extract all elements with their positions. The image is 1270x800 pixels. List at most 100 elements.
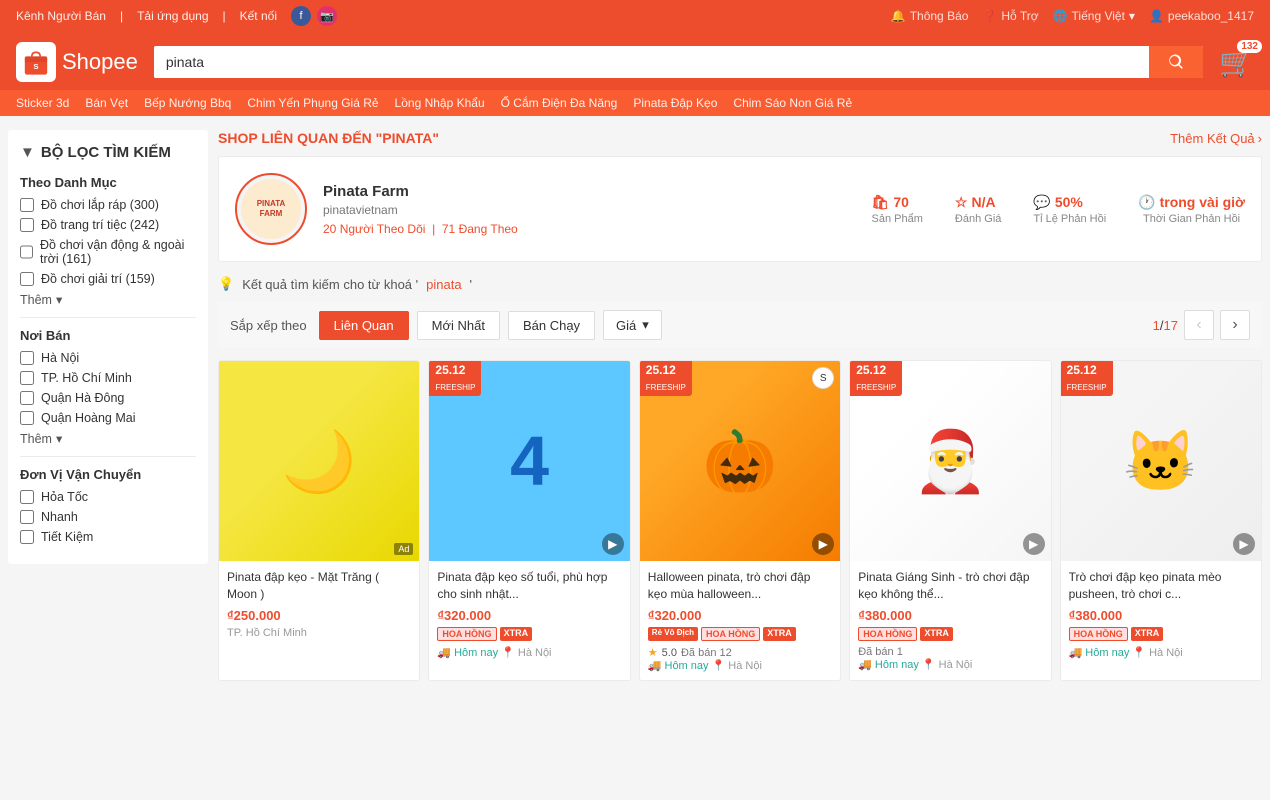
location-section-title: Nơi Bán: [20, 328, 196, 343]
notification-link[interactable]: 🔔 Thông Báo: [891, 9, 969, 23]
location-item-3[interactable]: Quận Hoàng Mai: [20, 411, 196, 425]
category-show-more[interactable]: Thêm ▾: [20, 292, 196, 307]
suggestion-chimyen[interactable]: Chim Yến Phụng Giá Rẻ: [247, 96, 378, 110]
product-name-3: Halloween pinata, trò chơi đập kẹo mùa h…: [648, 569, 832, 603]
clock-icon: 🕐: [1138, 194, 1155, 211]
sort-btn-relevant[interactable]: Liên Quan: [319, 311, 409, 340]
shipping-item-0[interactable]: Hỏa Tốc: [20, 490, 196, 504]
category-item-3[interactable]: Đồ chơi giải trí (159): [20, 272, 196, 286]
filter-icon: ▼: [20, 144, 35, 161]
category-checkbox-2[interactable]: [20, 245, 33, 259]
logo-bag-icon: S: [16, 42, 56, 82]
user-account[interactable]: 👤 peekaboo_1417: [1149, 9, 1254, 23]
suggestion-ocam[interactable]: Ổ Cắm Điện Đa Năng: [501, 96, 618, 110]
next-page-button[interactable]: ›: [1220, 310, 1250, 340]
category-item-1[interactable]: Đồ trang trí tiệc (242): [20, 218, 196, 232]
main-layout: ▼ BỘ LỌC TÌM KIẾM Theo Danh Mục Đồ chơi …: [0, 116, 1270, 695]
shop-card[interactable]: PINATAFARM Pinata Farm pinatavietnam 20 …: [218, 156, 1262, 262]
suggestion-pinata[interactable]: Pinata Đập Kẹo: [633, 96, 717, 110]
shop-name: Pinata Farm: [323, 183, 856, 200]
shop-stat-products: 🛍 70 Sản Phẩm: [872, 194, 923, 225]
product-location-1: TP. Hồ Chí Minh: [227, 627, 411, 639]
suggestion-bepnuong[interactable]: Bếp Nướng Bbq: [144, 96, 231, 110]
shipping-item-1[interactable]: Nhanh: [20, 510, 196, 524]
category-item-2[interactable]: Đồ chơi vận động & ngoài trời (161): [20, 238, 196, 266]
top-bar-right: 🔔 Thông Báo ❓ Hỗ Trợ 🌐 Tiếng Việt ▾ 👤 pe…: [891, 9, 1254, 23]
help-link[interactable]: ❓ Hỗ Trợ: [982, 9, 1038, 23]
search-bar: [154, 46, 1203, 78]
location-item-0[interactable]: Hà Nội: [20, 351, 196, 365]
cart-icon[interactable]: 🛒 132: [1219, 46, 1254, 79]
search-button[interactable]: [1149, 46, 1203, 78]
date-badge-4: 25.12FREESHIP: [850, 361, 902, 396]
sort-price-dropdown[interactable]: Giá ▾: [603, 310, 662, 340]
search-keyword-result: pinata: [426, 277, 461, 292]
location-checkbox-1[interactable]: [20, 371, 34, 385]
suggestion-longnhap[interactable]: Lồng Nhập Khẩu: [395, 96, 485, 110]
instagram-icon[interactable]: 📷: [317, 6, 337, 26]
product-card-4[interactable]: 25.12FREESHIP 🎅 ▶ Pinata Giáng Sinh - tr…: [849, 360, 1051, 681]
product-card-1[interactable]: 🌙 Ad Pinata đập kẹo - Mặt Trăng ( Moon )…: [218, 360, 420, 681]
delivery-info-2: 🚚 Hôm nay 📍 Hà Nội: [437, 646, 621, 659]
star-icon: ☆: [955, 194, 968, 211]
shipping-item-2[interactable]: Tiết Kiệm: [20, 530, 196, 544]
suggestion-sticker3d[interactable]: Sticker 3d: [16, 96, 69, 110]
location-label-2: Quận Hà Đông: [41, 391, 124, 405]
cart-badge: 132: [1237, 40, 1262, 53]
sort-label: Sắp xếp theo: [230, 318, 307, 333]
location-show-more[interactable]: Thêm ▾: [20, 431, 196, 446]
product-price-4: ₫380.000: [858, 608, 1042, 623]
date-badge-2: 25.12FREESHIP: [429, 361, 481, 396]
shipping-section-title: Đơn Vị Vận Chuyển: [20, 467, 196, 482]
logo[interactable]: S Shopee: [16, 42, 138, 82]
category-section-title: Theo Danh Mục: [20, 175, 196, 190]
shipping-checkbox-0[interactable]: [20, 490, 34, 504]
search-input[interactable]: [154, 46, 1149, 78]
location-checkbox-2[interactable]: [20, 391, 34, 405]
category-checkbox-3[interactable]: [20, 272, 34, 286]
location-item-2[interactable]: Quận Hà Đông: [20, 391, 196, 405]
products-grid: 🌙 Ad Pinata đập kẹo - Mặt Trăng ( Moon )…: [218, 360, 1262, 681]
page-info: 1/17: [1153, 318, 1178, 333]
shop-logo: PINATAFARM: [235, 173, 307, 245]
connect-label: Kết nối: [240, 9, 277, 23]
category-item-0[interactable]: Đồ chơi lắp ráp (300): [20, 198, 196, 212]
shipping-checkbox-1[interactable]: [20, 510, 34, 524]
product-card-5[interactable]: 25.12FREESHIP 🐱 ▶ Trò chơi đập kẹo pinat…: [1060, 360, 1262, 681]
shipping-checkbox-2[interactable]: [20, 530, 34, 544]
lightbulb-icon: 💡: [218, 276, 234, 292]
sort-btn-newest[interactable]: Mới Nhất: [417, 311, 500, 340]
category-checkbox-1[interactable]: [20, 218, 34, 232]
facebook-icon[interactable]: f: [291, 6, 311, 26]
suggestion-banvet[interactable]: Bán Vẹt: [85, 96, 128, 110]
product-img-2: 25.12FREESHIP 4 ▶: [429, 361, 629, 561]
suggestion-chimsao[interactable]: Chim Sáo Non Giá Rẻ: [733, 96, 852, 110]
chevron-down-icon-2: ▾: [56, 431, 62, 446]
language-selector[interactable]: 🌐 Tiếng Việt ▾: [1053, 9, 1135, 23]
tag-xtra-2: XTRA: [500, 627, 533, 641]
category-checkbox-0[interactable]: [20, 198, 34, 212]
shop-username: pinatavietnam: [323, 203, 856, 217]
tag-hoahong-4: HOA HỒNG: [858, 627, 917, 641]
tag-xtra-3: XTRA: [763, 627, 796, 641]
product-tags-2: HOA HỒNG XTRA: [437, 627, 621, 641]
shop-logo-inner: PINATAFARM: [241, 179, 301, 239]
location-checkbox-0[interactable]: [20, 351, 34, 365]
location-item-1[interactable]: TP. Hồ Chí Minh: [20, 371, 196, 385]
divider-2: [20, 456, 196, 457]
product-info-2: Pinata đập kẹo số tuổi, phù hợp cho sinh…: [429, 561, 629, 667]
search-keyword-shop: PINATA: [382, 130, 432, 146]
location-label-0: Hà Nội: [41, 351, 79, 365]
product-img-4: 25.12FREESHIP 🎅 ▶: [850, 361, 1050, 561]
product-card-3[interactable]: 25.12FREESHIP 🎃 S ▶ Halloween pinata, tr…: [639, 360, 841, 681]
delivery-info-3: 🚚 Hôm nay 📍 Hà Nội: [648, 659, 832, 672]
product-card-2[interactable]: 25.12FREESHIP 4 ▶ Pinata đập kẹo số tuổi…: [428, 360, 630, 681]
location-checkbox-3[interactable]: [20, 411, 34, 425]
product-img-3: 25.12FREESHIP 🎃 S ▶: [640, 361, 840, 561]
download-app-link[interactable]: Tải ứng dụng: [137, 9, 208, 23]
moon-image: 🌙: [219, 361, 419, 561]
prev-page-button[interactable]: ‹: [1184, 310, 1214, 340]
sort-btn-bestselling[interactable]: Bán Chạy: [508, 311, 595, 340]
more-results-link[interactable]: Thêm Kết Quả ›: [1170, 131, 1262, 146]
seller-channel-link[interactable]: Kênh Người Bán: [16, 9, 106, 23]
